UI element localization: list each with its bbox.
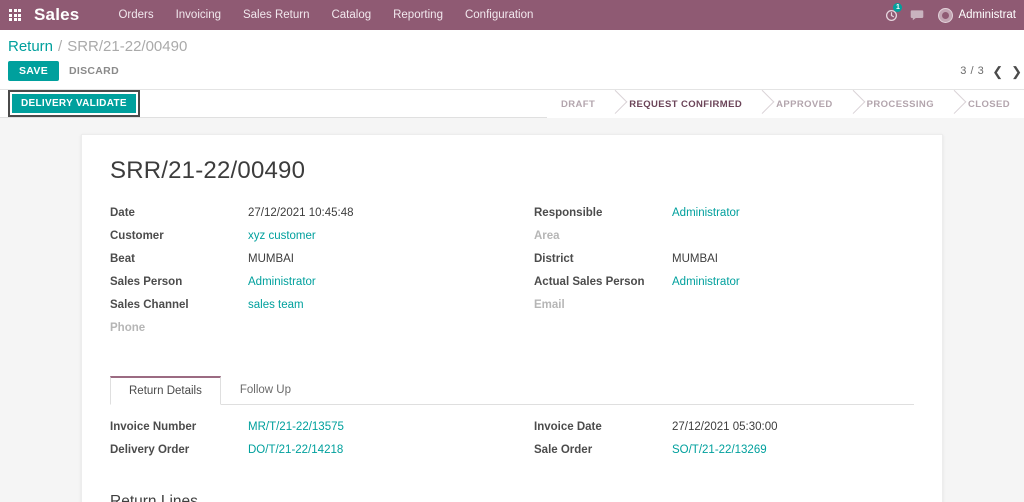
control-panel-buttons: SAVE DISCARD 3 / 3 ❮ ❯ [0, 57, 1024, 89]
status-bar: DRAFT REQUEST CONFIRMED APPROVED PROCESS… [547, 90, 1024, 118]
tab-follow-up[interactable]: Follow Up [221, 376, 310, 405]
field-invoice-number: Invoice Number MR/T/21-22/13575 [110, 421, 490, 436]
field-invoice-date: Invoice Date 27/12/2021 05:30:00 [534, 421, 914, 436]
discard-button[interactable]: DISCARD [59, 61, 129, 81]
field-value-invoice-number[interactable]: MR/T/21-22/13575 [248, 421, 344, 433]
return-details-left: Invoice Number MR/T/21-22/13575 Delivery… [110, 421, 490, 467]
breadcrumb-item-current: SRR/21-22/00490 [67, 38, 188, 55]
user-menu[interactable]: Administrat [930, 7, 1022, 23]
field-label-date: Date [110, 207, 135, 219]
field-label-invoice-date: Invoice Date [534, 421, 602, 433]
save-button[interactable]: SAVE [8, 61, 60, 81]
control-panel: Return / SRR/21-22/00490 SAVE DISCARD 3 … [0, 30, 1024, 90]
field-label-sales-channel: Sales Channel [110, 299, 189, 311]
field-label-district: District [534, 253, 574, 265]
menu-item-catalog[interactable]: Catalog [320, 2, 382, 28]
menu-item-reporting[interactable]: Reporting [382, 2, 454, 28]
field-label-sales-person: Sales Person [110, 276, 183, 288]
field-sales-person: Sales Person Administrator [110, 276, 490, 291]
field-sales-channel: Sales Channel sales team [110, 299, 490, 314]
field-value-sales-person[interactable]: Administrator [248, 276, 316, 288]
field-value-sale-order[interactable]: SO/T/21-22/13269 [672, 444, 767, 456]
field-value-invoice-date[interactable]: 27/12/2021 05:30:00 [672, 421, 778, 433]
notebook-tabs: Return Details Follow Up [110, 375, 914, 405]
return-details-right: Invoice Date 27/12/2021 05:30:00 Sale Or… [534, 421, 914, 467]
pager-count: 3 / 3 [960, 65, 985, 77]
field-value-responsible[interactable]: Administrator [672, 207, 740, 219]
chevron-right-icon[interactable]: ❯ [1011, 65, 1022, 78]
field-label-delivery-order: Delivery Order [110, 444, 190, 456]
top-navbar: Sales Orders Invoicing Sales Return Cata… [0, 0, 1024, 30]
app-brand-sales[interactable]: Sales [34, 5, 79, 25]
chat-bubble-icon[interactable] [904, 0, 930, 30]
field-area: Area [534, 230, 914, 245]
field-district: District MUMBAI [534, 253, 914, 268]
tab-panel-return-details: Invoice Number MR/T/21-22/13575 Delivery… [110, 405, 914, 502]
field-value-beat[interactable]: MUMBAI [248, 253, 294, 265]
field-beat: Beat MUMBAI [110, 253, 490, 268]
status-approved[interactable]: APPROVED [756, 90, 847, 118]
header-fields: Date 27/12/2021 10:45:48 Customer xyz cu… [110, 207, 914, 345]
form-viewport: SRR/21-22/00490 Date 27/12/2021 10:45:48… [0, 118, 1024, 502]
field-label-beat: Beat [110, 253, 135, 265]
delivery-validate-button[interactable]: DELIVERY VALIDATE [12, 94, 136, 113]
status-request-confirmed[interactable]: REQUEST CONFIRMED [609, 90, 757, 118]
field-label-email: Email [534, 299, 565, 311]
status-closed[interactable]: CLOSED [948, 90, 1024, 118]
field-label-invoice-number: Invoice Number [110, 421, 197, 433]
chevron-left-icon[interactable]: ❮ [992, 65, 1003, 78]
menu-item-configuration[interactable]: Configuration [454, 2, 544, 28]
page-title: SRR/21-22/00490 [110, 157, 306, 184]
status-processing[interactable]: PROCESSING [846, 90, 948, 118]
action-status-bar: DELIVERY VALIDATE DRAFT REQUEST CONFIRME… [0, 90, 1024, 118]
delivery-validate-focus-ring: DELIVERY VALIDATE [8, 90, 140, 117]
apps-grid-icon[interactable] [0, 0, 30, 30]
field-label-phone: Phone [110, 322, 146, 334]
field-value-delivery-order[interactable]: DO/T/21-22/14218 [248, 444, 343, 456]
field-value-sales-channel[interactable]: sales team [248, 299, 304, 311]
notebook: Return Details Follow Up Invoice Number … [110, 375, 914, 502]
field-delivery-order: Delivery Order DO/T/21-22/14218 [110, 444, 490, 459]
field-label-sale-order: Sale Order [534, 444, 593, 456]
header-fields-left: Date 27/12/2021 10:45:48 Customer xyz cu… [110, 207, 490, 345]
field-actual-sales-person: Actual Sales Person Administrator [534, 276, 914, 291]
breadcrumb-item-return[interactable]: Return [8, 38, 53, 55]
field-value-date[interactable]: 27/12/2021 10:45:48 [248, 207, 354, 219]
user-avatar-icon [938, 7, 954, 23]
activity-clock-icon[interactable]: 1 [878, 0, 904, 30]
menu-item-invoicing[interactable]: Invoicing [165, 2, 232, 28]
field-value-district[interactable]: MUMBAI [672, 253, 718, 265]
breadcrumb-separator: / [58, 38, 63, 55]
form-sheet: SRR/21-22/00490 Date 27/12/2021 10:45:48… [81, 134, 943, 502]
tab-return-details[interactable]: Return Details [110, 376, 221, 405]
record-pager: 3 / 3 ❮ ❯ [960, 65, 1022, 78]
menu-item-sales-return[interactable]: Sales Return [232, 2, 320, 28]
menu-item-orders[interactable]: Orders [107, 2, 164, 28]
return-lines-title: Return Lines [110, 493, 198, 502]
field-label-actual-sales-person: Actual Sales Person [534, 276, 645, 288]
field-phone: Phone [110, 322, 490, 337]
header-fields-right: Responsible Administrator Area District … [534, 207, 914, 345]
user-name-label: Administrat [958, 9, 1016, 21]
breadcrumb: Return / SRR/21-22/00490 [0, 30, 1024, 57]
navbar-right-tools: 1 Administrat [878, 0, 1024, 30]
field-value-customer[interactable]: xyz customer [248, 230, 316, 242]
activity-count-badge: 1 [893, 3, 903, 12]
field-email: Email [534, 299, 914, 314]
field-label-responsible: Responsible [534, 207, 603, 219]
status-draft[interactable]: DRAFT [547, 90, 610, 118]
field-customer: Customer xyz customer [110, 230, 490, 245]
field-sale-order: Sale Order SO/T/21-22/13269 [534, 444, 914, 459]
return-details-fields: Invoice Number MR/T/21-22/13575 Delivery… [110, 421, 914, 467]
main-menu: Orders Invoicing Sales Return Catalog Re… [107, 2, 544, 28]
field-value-actual-sales-person[interactable]: Administrator [672, 276, 740, 288]
field-label-area: Area [534, 230, 560, 242]
field-responsible: Responsible Administrator [534, 207, 914, 222]
apps-grid-glyph [9, 9, 21, 21]
field-date: Date 27/12/2021 10:45:48 [110, 207, 490, 222]
field-label-customer: Customer [110, 230, 164, 242]
